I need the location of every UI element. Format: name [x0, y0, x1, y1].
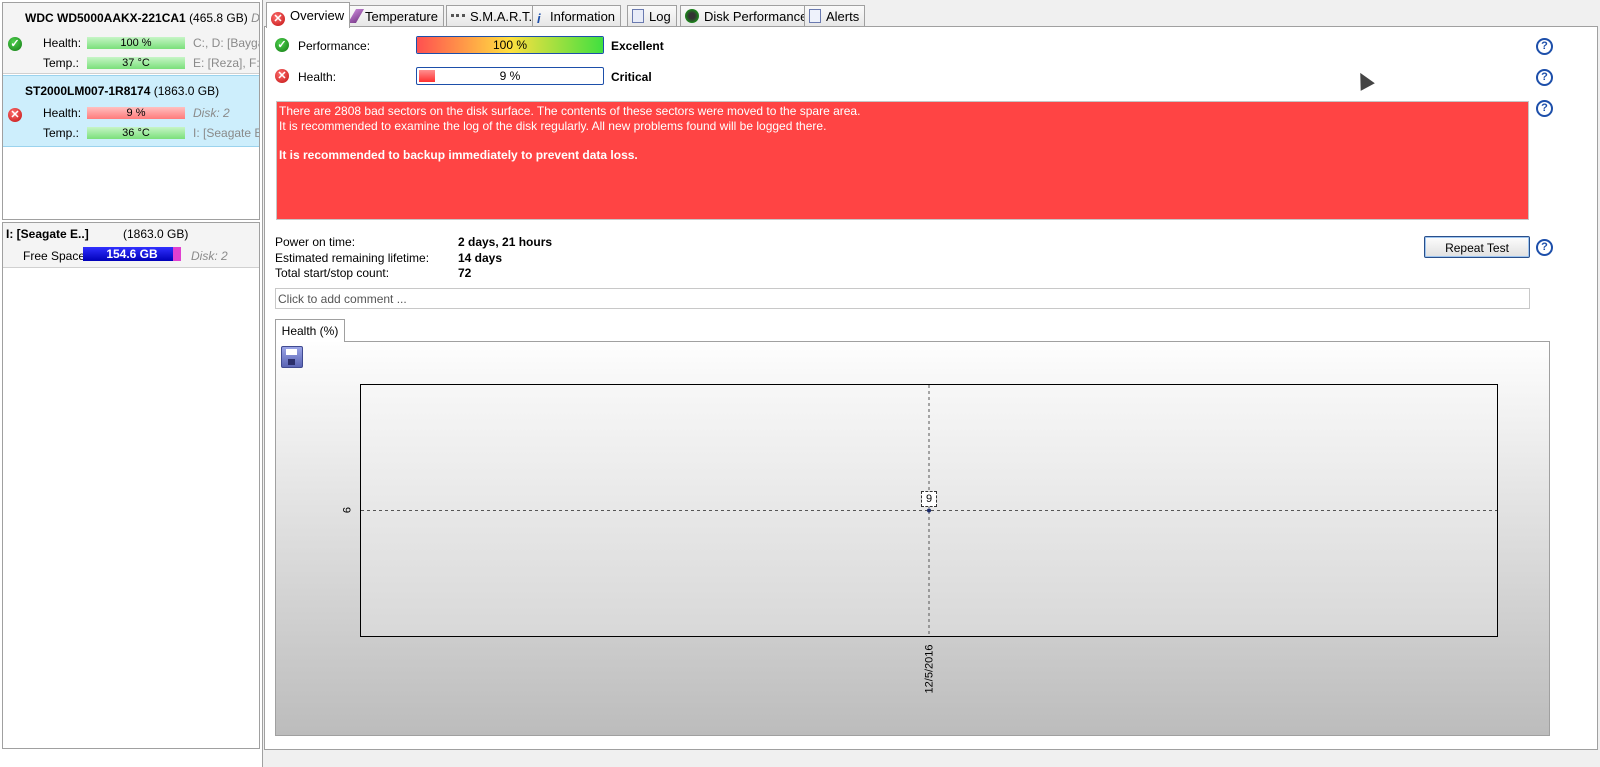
tab-alerts[interactable]: Alerts [804, 5, 866, 27]
help-icon[interactable]: ? [1536, 69, 1553, 86]
status-message-box: There are 2808 bad sectors on the disk s… [276, 101, 1529, 220]
volume-size: (1863.0 GB) [123, 227, 189, 241]
partition-info: C:, D: [Baygar [193, 36, 259, 50]
disk-number-info: Disk: 2 [191, 249, 228, 263]
point-label: 9 [921, 490, 937, 507]
temp-bar: 37 °C [87, 57, 185, 69]
tab-information[interactable]: i Information [532, 5, 622, 27]
health-bar: 9 % [416, 67, 604, 85]
disk-title: ST2000LM007-1R8174 (1863.0 GB) [25, 84, 220, 98]
disk-title: WDC WD5000AAKX-221CA1 (465.8 GB) Dis [25, 11, 260, 25]
performance-ok-icon: ✓ [275, 38, 289, 52]
data-point [927, 508, 931, 513]
help-icon[interactable]: ? [1536, 239, 1553, 256]
power-on-label: Power on time: [275, 235, 356, 249]
health-chart [361, 385, 1497, 636]
startstop-value: 72 [458, 266, 472, 280]
partition-info: I: [Seagate Exp [193, 126, 259, 140]
health-bar: 100 % [87, 37, 185, 49]
message-warning: It is recommended to backup immediately … [279, 148, 638, 162]
tab-health-chart[interactable]: Health (%) [275, 319, 345, 342]
health-label: Health: [43, 106, 82, 120]
left-pane: WDC WD5000AAKX-221CA1 (465.8 GB) Dis ✓ H… [0, 0, 263, 767]
disk-item-wdc[interactable]: WDC WD5000AAKX-221CA1 (465.8 GB) Dis ✓ H… [3, 3, 259, 74]
message-line: There are 2808 bad sectors on the disk s… [279, 104, 861, 118]
x-tick-label: 12/5/2016 [923, 644, 936, 694]
performance-rating: Excellent [611, 39, 664, 53]
comment-input[interactable]: Click to add comment ... [275, 288, 1530, 309]
health-label: Health: [298, 70, 337, 84]
free-space-bar: 154.6 GB [83, 247, 181, 261]
thermometer-icon [347, 9, 365, 23]
message-line: It is recommended to examine the log of … [279, 119, 827, 133]
tab-log[interactable]: Log [627, 5, 677, 27]
performance-value: 100 % [492, 38, 528, 52]
volume-list: I: [Seagate E..] (1863.0 GB) Free Space … [2, 222, 260, 749]
health-error-icon: ✕ [275, 69, 289, 83]
help-icon[interactable]: ? [1536, 38, 1553, 55]
health-rating: Critical [611, 70, 652, 84]
disk-list: WDC WD5000AAKX-221CA1 (465.8 GB) Dis ✓ H… [2, 2, 260, 220]
power-on-value: 2 days, 21 hours [458, 235, 553, 249]
temp-bar: 36 °C [87, 127, 185, 139]
y-tick-label: 9 [340, 506, 353, 513]
health-label: Health: [43, 36, 82, 50]
speedometer-icon [685, 9, 699, 23]
error-status-icon: ✕ [8, 108, 22, 122]
health-chart-plot: 9 9 12/5/2016 [340, 384, 1498, 693]
startstop-label: Total start/stop count: [275, 266, 390, 280]
ok-status-icon: ✓ [8, 37, 22, 51]
performance-bar: 100 % [416, 36, 604, 54]
tab-smart[interactable]: S.M.A.R.T. [446, 5, 539, 27]
info-icon: i [537, 11, 541, 26]
alerts-icon [809, 9, 821, 23]
tab-overview[interactable]: ✕ Overview [266, 2, 351, 28]
error-icon: ✕ [271, 12, 285, 26]
tab-temperature[interactable]: Temperature [347, 5, 444, 27]
partition-info: E: [Reza], F: [H [193, 56, 259, 70]
free-space-label: Free Space [23, 249, 86, 263]
health-bar: 9 % [87, 107, 185, 119]
repeat-test-button[interactable]: Repeat Test [1424, 236, 1530, 258]
log-icon [632, 9, 644, 23]
tab-disk-performance[interactable]: Disk Performance [680, 5, 814, 27]
health-value: 9 % [499, 69, 521, 83]
lifetime-value: 14 days [458, 251, 503, 265]
volume-name: I: [Seagate E..] [6, 227, 89, 241]
save-icon[interactable] [281, 346, 303, 368]
disk-item-seagate[interactable]: ST2000LM007-1R8174 (1863.0 GB) ✕ Health:… [3, 75, 259, 147]
free-space-value: 154.6 GB [106, 247, 158, 261]
temp-label: Temp.: [43, 56, 80, 70]
lifetime-label: Estimated remaining lifetime: [275, 251, 430, 265]
temp-label: Temp.: [43, 126, 80, 140]
volume-item[interactable]: I: [Seagate E..] (1863.0 GB) Free Space … [3, 223, 259, 268]
help-icon[interactable]: ? [1536, 100, 1553, 117]
performance-label: Performance: [298, 39, 371, 53]
disk-number-info: Disk: 2 [193, 106, 230, 120]
smart-icon [451, 14, 465, 23]
